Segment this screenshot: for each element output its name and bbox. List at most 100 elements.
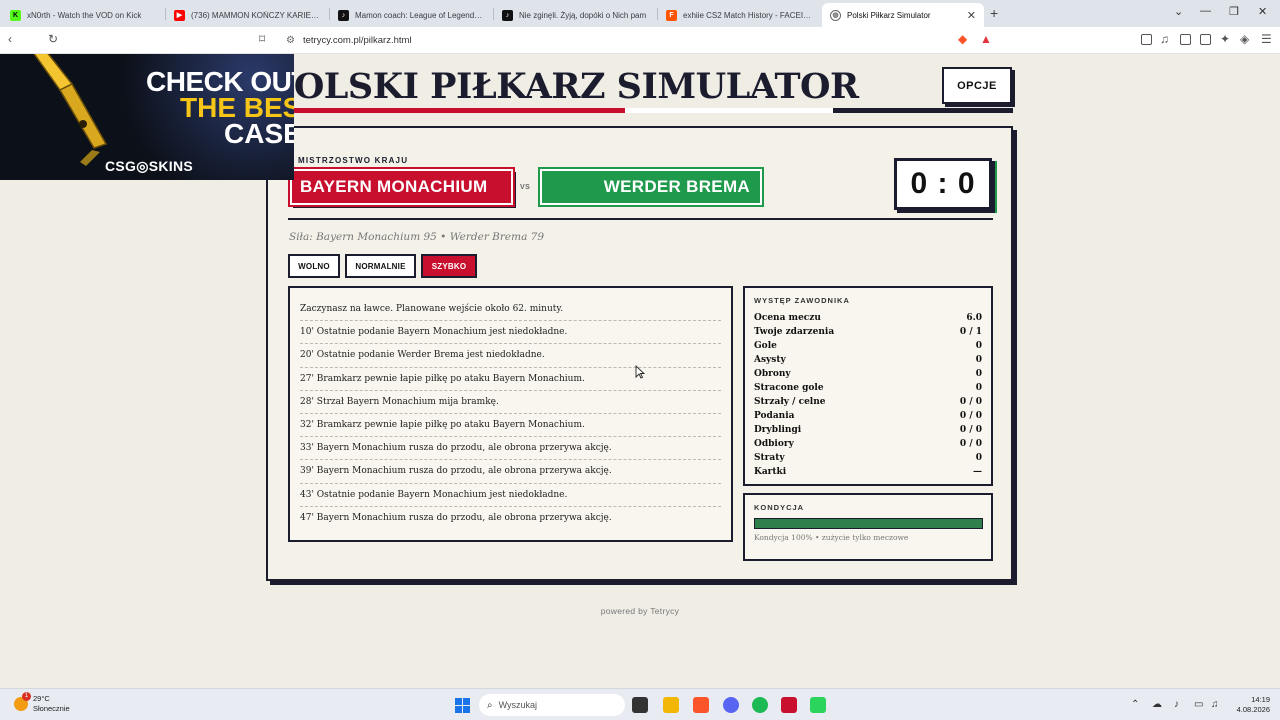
tab-label: Nie zginęli. Żyją, dopóki o Nich pam [519, 10, 647, 20]
browser-tab-bar: K xN0rth - Watch the VOD on Kick ▶ (736)… [0, 0, 1280, 27]
task-view-icon[interactable] [632, 697, 648, 713]
reload-icon[interactable]: ↻ [48, 32, 58, 46]
android-app-icon[interactable] [810, 697, 826, 713]
tab-tiktok-nie-zgineli[interactable]: ♪ Nie zginęli. Żyją, dopóki o Nich pam [494, 3, 656, 27]
condition-bar-fill [755, 519, 982, 528]
stat-value: 0 / 0 [959, 425, 982, 435]
stat-value: 0 [975, 453, 982, 463]
brave-shields-icon[interactable]: ◆ [958, 32, 967, 46]
stat-label: Stracone gole [754, 383, 824, 393]
tab-youtube-mammon[interactable]: ▶ (736) MAMMON KOŃCZY KARIERĘ! [166, 3, 328, 27]
stat-label: Asysty [754, 355, 786, 365]
tiktok-icon: ♪ [338, 9, 349, 21]
log-line: Zaczynasz na ławce. Planowane wejście ok… [300, 298, 721, 322]
start-icon[interactable] [455, 698, 470, 713]
match-log: Zaczynasz na ławce. Planowane wejście ok… [288, 286, 733, 542]
file-explorer-icon[interactable] [663, 697, 679, 713]
home-team-badge: BAYERN MONACHIUM [288, 167, 515, 207]
site-info-icon[interactable]: ⚙ [286, 35, 295, 46]
performance-title: WYSTĘP ZAWODNIKA [754, 296, 850, 305]
tab-label: exhiie CS2 Match History - FACEIT.co [683, 10, 812, 20]
ad-line-3: CASES [224, 118, 294, 149]
stat-value: 0 [975, 355, 982, 365]
stat-label: Podania [754, 411, 795, 421]
csgoskins-ad-banner[interactable]: CHECK OUT THE BEST CASES CSG◎SKINS [0, 54, 294, 180]
discord-icon[interactable] [723, 697, 739, 713]
stat-label: Twoje zdarzenia [754, 327, 835, 337]
sidebar-icon[interactable] [1180, 34, 1191, 45]
scoreboard: 0 : 0 [894, 158, 992, 210]
close-tab-icon[interactable]: ✕ [961, 9, 976, 22]
tab-faceit[interactable]: F exhiie CS2 Match History - FACEIT.co [658, 3, 820, 27]
speed-slow-button[interactable]: WOLNO [288, 254, 340, 278]
notification-badge: 1 [22, 692, 31, 701]
csgoskins-logo: CSG◎SKINS [105, 158, 194, 174]
stat-value: 0 [975, 341, 982, 351]
menu-icon[interactable]: ☰ [1261, 32, 1272, 46]
minimize-icon[interactable]: — [1200, 5, 1211, 17]
stat-dribbles: Dryblingi 0 / 0 [754, 423, 982, 437]
weather-widget[interactable]: 1 29°C Słonecznie [14, 692, 70, 714]
vpn-icon[interactable]: ◈ [1240, 32, 1249, 46]
stat-label: Kartki [754, 467, 787, 477]
log-line: 39' Bayern Monachium rusza do przodu, al… [300, 460, 721, 484]
stat-goals: Gole 0 [754, 339, 982, 353]
stat-value: 0 [975, 383, 982, 393]
globe-icon: ◍ [830, 9, 841, 21]
home-team-name: BAYERN MONACHIUM [300, 177, 488, 196]
display-icon[interactable]: ▭ [1194, 699, 1203, 710]
spotify-icon[interactable] [752, 697, 768, 713]
log-line: 43' Ostatnie podanie Bayern Monachium je… [300, 484, 721, 507]
tray-chevron-icon[interactable]: ⌃ [1131, 699, 1139, 710]
cloud-icon[interactable]: ☁ [1152, 699, 1162, 710]
log-line: 27' Bramkarz pewnie łapie piłkę po ataku… [300, 368, 721, 391]
stat-events: Twoje zdarzenia 0 / 1 [754, 325, 982, 339]
title-stripe-red [268, 108, 625, 113]
taskbar-search[interactable]: ⌕ Wyszukaj [479, 694, 625, 716]
brave-browser-icon[interactable] [693, 697, 709, 713]
tab-kick-vod[interactable]: K xN0rth - Watch the VOD on Kick [2, 3, 164, 27]
kick-icon: K [10, 9, 21, 21]
condition-bar [754, 518, 983, 529]
tab-pilkarz-active[interactable]: ◍ Polski Piłkarz Simulator ✕ [822, 3, 984, 27]
faceit-icon: F [666, 9, 677, 21]
options-button[interactable]: OPCJE [942, 67, 1012, 104]
restore-icon[interactable]: ❐ [1229, 5, 1239, 18]
stat-passes: Podania 0 / 0 [754, 409, 982, 423]
mic-icon[interactable]: ♪ [1174, 699, 1179, 710]
clock-date: 4.08.2026 [1236, 705, 1270, 714]
volume-icon[interactable]: ♫ [1211, 699, 1219, 710]
sun-icon: 1 [14, 692, 31, 711]
condition-text: Kondycja 100% • zużycie tylko meczowe [754, 533, 909, 542]
address-bar[interactable]: ⚙ tetrycy.com.pl/pilkarz.html [276, 31, 976, 50]
match-card: MISTRZOSTWO KRAJU BAYERN MONACHIUM VS WE… [266, 126, 1013, 581]
brave-rewards-icon[interactable]: ▲ [980, 32, 992, 46]
wallet-icon[interactable] [1200, 34, 1211, 45]
title-stripe-navy [833, 108, 1013, 113]
speed-fast-button[interactable]: SZYBKO [421, 254, 477, 278]
tab-search-icon[interactable]: ⌄ [1174, 5, 1183, 18]
window-close-icon[interactable]: ✕ [1258, 5, 1267, 18]
away-team-name: WERDER BREMA [603, 177, 750, 196]
tab-tiktok-mamon[interactable]: ♪ Mamon coach: League of Legends ch [330, 3, 492, 27]
divider [288, 218, 993, 220]
log-line: 32' Bramkarz pewnie łapie piłkę po ataku… [300, 414, 721, 438]
back-icon[interactable]: ‹ [8, 32, 12, 46]
leo-icon[interactable]: ✦ [1220, 32, 1230, 46]
extensions-icon[interactable] [1141, 34, 1152, 45]
stat-losses: Straty 0 [754, 451, 982, 465]
stat-value: — [973, 467, 982, 477]
steam-app-icon[interactable] [781, 697, 797, 713]
tab-label: Mamon coach: League of Legends ch [355, 10, 484, 20]
new-tab-icon[interactable]: + [990, 5, 998, 21]
stat-shots: Strzały / celne 0 / 0 [754, 395, 982, 409]
bookmark-icon[interactable]: ⌑ [259, 32, 265, 46]
music-icon[interactable]: ♫ [1160, 32, 1169, 46]
log-line: 47' Bayern Monachium rusza do przodu, al… [300, 512, 612, 523]
system-clock[interactable]: 14:19 4.08.2026 [1222, 695, 1270, 715]
speed-normal-button[interactable]: NORMALNIE [345, 254, 416, 278]
title-stripe-white [625, 108, 833, 113]
tab-label: xN0rth - Watch the VOD on Kick [27, 10, 142, 20]
log-line: 28' Strzał Bayern Monachium mija bramkę. [300, 391, 721, 414]
condition-panel: KONDYCJA Kondycja 100% • zużycie tylko m… [743, 493, 993, 561]
